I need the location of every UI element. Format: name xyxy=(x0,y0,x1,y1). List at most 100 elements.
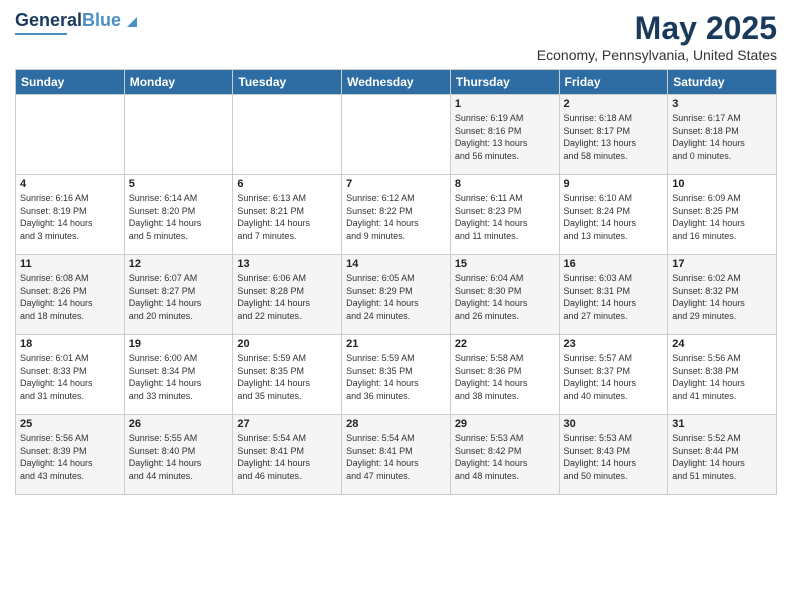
cell-3-3: 13 Sunrise: 6:06 AM Sunset: 8:28 PM Dayli… xyxy=(233,255,342,335)
day-number: 3 xyxy=(672,98,772,110)
day-number: 26 xyxy=(129,418,229,430)
cell-1-2 xyxy=(124,95,233,175)
logo-icon xyxy=(123,13,139,29)
day-number: 24 xyxy=(672,338,772,350)
cell-3-5: 15 Sunrise: 6:04 AM Sunset: 8:30 PM Dayli… xyxy=(450,255,559,335)
day-number: 4 xyxy=(20,178,120,190)
day-number: 16 xyxy=(564,258,664,270)
cell-1-1 xyxy=(16,95,125,175)
cell-3-2: 12Sunrise: 6:07 AM Sunset: 8:27 PM Dayli… xyxy=(124,255,233,335)
day-info: Sunrise: 5:56 AM Sunset: 8:38 PM Dayligh… xyxy=(672,352,772,402)
day-info: Sunrise: 6:17 AM Sunset: 8:18 PM Dayligh… xyxy=(672,112,772,162)
logo-general: General xyxy=(15,10,82,31)
cell-1-6: 2 Sunrise: 6:18 AM Sunset: 8:17 PM Daylig… xyxy=(559,95,668,175)
cell-3-1: 11 Sunrise: 6:08 AM Sunset: 8:26 PM Dayli… xyxy=(16,255,125,335)
cell-1-3 xyxy=(233,95,342,175)
day-info: Sunrise: 5:55 AM Sunset: 8:40 PM Dayligh… xyxy=(129,432,229,482)
cell-1-7: 3 Sunrise: 6:17 AM Sunset: 8:18 PM Daylig… xyxy=(668,95,777,175)
day-number: 20 xyxy=(237,338,337,350)
day-number: 27 xyxy=(237,418,337,430)
day-info: Sunrise: 5:52 AM Sunset: 8:44 PM Dayligh… xyxy=(672,432,772,482)
day-number: 18 xyxy=(20,338,120,350)
day-info: Sunrise: 6:04 AM Sunset: 8:30 PM Dayligh… xyxy=(455,272,555,322)
day-info: Sunrise: 6:05 AM Sunset: 8:29 PM Dayligh… xyxy=(346,272,446,322)
cell-5-2: 26 Sunrise: 5:55 AM Sunset: 8:40 PM Dayli… xyxy=(124,415,233,495)
day-info: Sunrise: 6:14 AM Sunset: 8:20 PM Dayligh… xyxy=(129,192,229,242)
cell-1-4 xyxy=(342,95,451,175)
page: General Blue May 2025 Economy, Pennsylva… xyxy=(0,0,792,505)
day-info: Sunrise: 6:18 AM Sunset: 8:17 PM Dayligh… xyxy=(564,112,664,162)
day-number: 14 xyxy=(346,258,446,270)
day-number: 22 xyxy=(455,338,555,350)
title-block: May 2025 Economy, Pennsylvania, United S… xyxy=(537,10,777,63)
day-number: 29 xyxy=(455,418,555,430)
day-number: 28 xyxy=(346,418,446,430)
day-number: 31 xyxy=(672,418,772,430)
day-info: Sunrise: 6:02 AM Sunset: 8:32 PM Dayligh… xyxy=(672,272,772,322)
cell-3-7: 17 Sunrise: 6:02 AM Sunset: 8:32 PM Dayli… xyxy=(668,255,777,335)
day-number: 13 xyxy=(237,258,337,270)
cell-2-3: 6Sunrise: 6:13 AM Sunset: 8:21 PM Daylig… xyxy=(233,175,342,255)
cell-3-6: 16 Sunrise: 6:03 AM Sunset: 8:31 PM Dayli… xyxy=(559,255,668,335)
day-number: 7 xyxy=(346,178,446,190)
cell-4-5: 22 Sunrise: 5:58 AM Sunset: 8:36 PM Dayli… xyxy=(450,335,559,415)
day-info: Sunrise: 6:01 AM Sunset: 8:33 PM Dayligh… xyxy=(20,352,120,402)
day-info: Sunrise: 6:00 AM Sunset: 8:34 PM Dayligh… xyxy=(129,352,229,402)
day-number: 8 xyxy=(455,178,555,190)
day-info: Sunrise: 5:59 AM Sunset: 8:35 PM Dayligh… xyxy=(237,352,337,402)
cell-5-3: 27 Sunrise: 5:54 AM Sunset: 8:41 PM Dayli… xyxy=(233,415,342,495)
calendar-table: Sunday Monday Tuesday Wednesday Thursday… xyxy=(15,69,777,495)
day-info: Sunrise: 5:54 AM Sunset: 8:41 PM Dayligh… xyxy=(237,432,337,482)
day-info: Sunrise: 6:03 AM Sunset: 8:31 PM Dayligh… xyxy=(564,272,664,322)
day-info: Sunrise: 6:13 AM Sunset: 8:21 PM Dayligh… xyxy=(237,192,337,242)
day-number: 17 xyxy=(672,258,772,270)
day-info: Sunrise: 5:53 AM Sunset: 8:43 PM Dayligh… xyxy=(564,432,664,482)
day-info: Sunrise: 6:16 AM Sunset: 8:19 PM Dayligh… xyxy=(20,192,120,242)
day-number: 11 xyxy=(20,258,120,270)
day-number: 2 xyxy=(564,98,664,110)
cell-5-6: 30 Sunrise: 5:53 AM Sunset: 8:43 PM Dayli… xyxy=(559,415,668,495)
day-number: 30 xyxy=(564,418,664,430)
day-info: Sunrise: 6:08 AM Sunset: 8:26 PM Dayligh… xyxy=(20,272,120,322)
col-friday: Friday xyxy=(559,70,668,95)
day-info: Sunrise: 6:12 AM Sunset: 8:22 PM Dayligh… xyxy=(346,192,446,242)
day-number: 10 xyxy=(672,178,772,190)
day-number: 23 xyxy=(564,338,664,350)
col-thursday: Thursday xyxy=(450,70,559,95)
cell-5-4: 28Sunrise: 5:54 AM Sunset: 8:41 PM Dayli… xyxy=(342,415,451,495)
cell-4-1: 18 Sunrise: 6:01 AM Sunset: 8:33 PM Dayli… xyxy=(16,335,125,415)
day-info: Sunrise: 5:57 AM Sunset: 8:37 PM Dayligh… xyxy=(564,352,664,402)
day-info: Sunrise: 6:11 AM Sunset: 8:23 PM Dayligh… xyxy=(455,192,555,242)
cell-1-5: 1Sunrise: 6:19 AM Sunset: 8:16 PM Daylig… xyxy=(450,95,559,175)
day-number: 19 xyxy=(129,338,229,350)
cell-2-4: 7 Sunrise: 6:12 AM Sunset: 8:22 PM Daylig… xyxy=(342,175,451,255)
logo: General Blue xyxy=(15,10,139,35)
day-number: 15 xyxy=(455,258,555,270)
location: Economy, Pennsylvania, United States xyxy=(537,47,777,63)
day-info: Sunrise: 6:06 AM Sunset: 8:28 PM Dayligh… xyxy=(237,272,337,322)
month-title: May 2025 xyxy=(537,10,777,47)
week-row-1: 1Sunrise: 6:19 AM Sunset: 8:16 PM Daylig… xyxy=(16,95,777,175)
day-number: 5 xyxy=(129,178,229,190)
col-monday: Monday xyxy=(124,70,233,95)
logo-blue: Blue xyxy=(82,10,121,31)
cell-2-5: 8 Sunrise: 6:11 AM Sunset: 8:23 PM Daylig… xyxy=(450,175,559,255)
cell-4-2: 19 Sunrise: 6:00 AM Sunset: 8:34 PM Dayli… xyxy=(124,335,233,415)
day-info: Sunrise: 5:58 AM Sunset: 8:36 PM Dayligh… xyxy=(455,352,555,402)
header: General Blue May 2025 Economy, Pennsylva… xyxy=(15,10,777,63)
day-number: 21 xyxy=(346,338,446,350)
cell-4-4: 21Sunrise: 5:59 AM Sunset: 8:35 PM Dayli… xyxy=(342,335,451,415)
week-row-5: 25Sunrise: 5:56 AM Sunset: 8:39 PM Dayli… xyxy=(16,415,777,495)
day-number: 1 xyxy=(455,98,555,110)
day-info: Sunrise: 5:53 AM Sunset: 8:42 PM Dayligh… xyxy=(455,432,555,482)
col-sunday: Sunday xyxy=(16,70,125,95)
cell-2-6: 9Sunrise: 6:10 AM Sunset: 8:24 PM Daylig… xyxy=(559,175,668,255)
cell-5-1: 25Sunrise: 5:56 AM Sunset: 8:39 PM Dayli… xyxy=(16,415,125,495)
cell-4-7: 24 Sunrise: 5:56 AM Sunset: 8:38 PM Dayli… xyxy=(668,335,777,415)
day-info: Sunrise: 5:56 AM Sunset: 8:39 PM Dayligh… xyxy=(20,432,120,482)
week-row-3: 11 Sunrise: 6:08 AM Sunset: 8:26 PM Dayli… xyxy=(16,255,777,335)
cell-3-4: 14 Sunrise: 6:05 AM Sunset: 8:29 PM Dayli… xyxy=(342,255,451,335)
col-saturday: Saturday xyxy=(668,70,777,95)
day-number: 9 xyxy=(564,178,664,190)
calendar-header-row: Sunday Monday Tuesday Wednesday Thursday… xyxy=(16,70,777,95)
